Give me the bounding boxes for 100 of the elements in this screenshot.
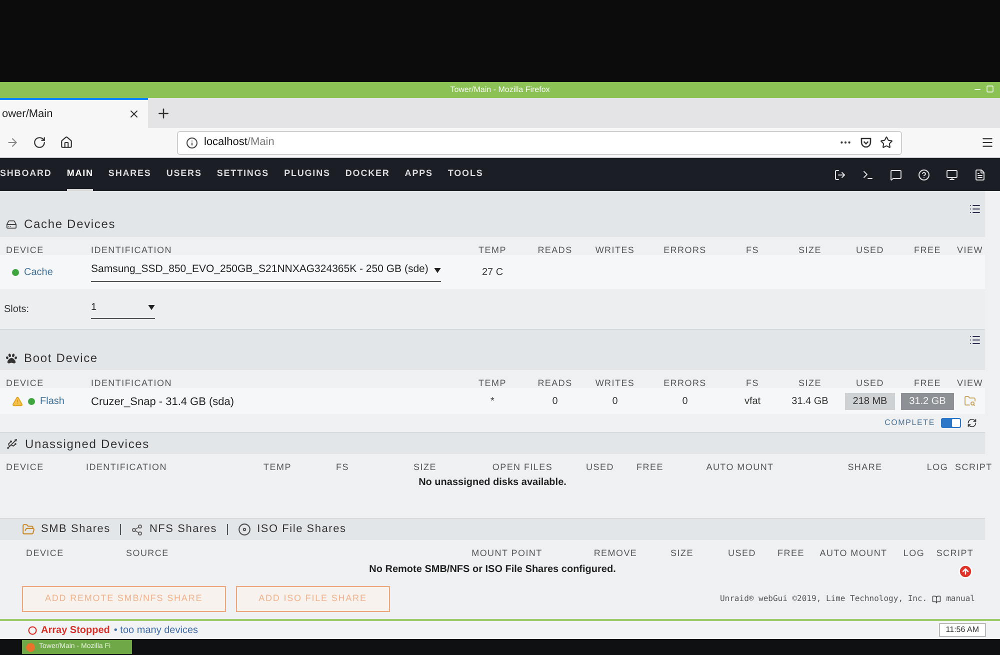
- column-header: FREE: [778, 548, 804, 558]
- folder-icon: [22, 523, 35, 536]
- message-icon[interactable]: [890, 168, 902, 180]
- close-icon[interactable]: [128, 108, 140, 120]
- column-header: TEMP: [264, 462, 292, 472]
- disc-icon: [238, 523, 252, 536]
- star-icon[interactable]: [880, 136, 893, 149]
- column-header: DEVICE: [26, 548, 64, 558]
- column-header: SIZE: [798, 378, 822, 388]
- column-header: WRITES: [595, 245, 635, 255]
- browser-tab[interactable]: ower/Main: [0, 98, 148, 128]
- status-message: • too many devices: [114, 624, 198, 638]
- toggle-switch[interactable]: [941, 418, 961, 428]
- table-cell-text: 0: [681, 394, 689, 408]
- column-header: USED: [728, 548, 756, 558]
- info-icon[interactable]: [186, 136, 198, 148]
- logout-icon[interactable]: [834, 168, 846, 180]
- app-icon: [26, 642, 35, 652]
- table-cell: 31.2 GB: [901, 392, 954, 410]
- column-header: FS: [746, 378, 759, 388]
- clock: 11:56 AM: [938, 623, 986, 637]
- column-header: ERRORS: [664, 378, 706, 388]
- url-field[interactable]: localhost/Main: [177, 130, 902, 154]
- column-header: MOUNT POINT: [472, 548, 542, 558]
- device-identification: Cruzer_Snap - 31.4 GB (sda): [91, 396, 234, 408]
- column-header: OPEN FILES: [492, 462, 553, 472]
- nav-tab[interactable]: TOOLS: [448, 158, 484, 191]
- column-header: VIEW: [957, 378, 983, 388]
- column-header: DEVICE: [6, 462, 44, 472]
- new-tab-icon[interactable]: [156, 106, 171, 120]
- menu-icon[interactable]: [981, 136, 994, 149]
- column-header: SIZE: [670, 548, 694, 558]
- document-icon[interactable]: [974, 168, 986, 180]
- toggle-label: COMPLETE: [884, 417, 935, 429]
- column-header: ERRORS: [664, 245, 706, 255]
- column-header: USED: [586, 462, 614, 472]
- column-header: WRITES: [595, 378, 635, 388]
- column-header: DEVICE: [6, 378, 44, 388]
- column-header: AUTO MOUNT: [820, 548, 888, 558]
- column-header: VIEW: [957, 245, 983, 255]
- section-title: Boot Device: [24, 350, 98, 367]
- section-title: ISO File Shares: [257, 522, 346, 538]
- terminal-icon[interactable]: [862, 168, 874, 180]
- nav-tab[interactable]: PLUGINS: [284, 158, 330, 191]
- column-header: IDENTIFICATION: [91, 245, 172, 255]
- column-header: FS: [336, 462, 349, 472]
- column-header: SIZE: [414, 462, 436, 472]
- slots-label: Slots:: [3, 302, 30, 316]
- column-header: LOG: [903, 548, 925, 558]
- caret-icon: [148, 304, 155, 310]
- section-title: NFS Shares: [149, 522, 218, 538]
- array-status: Array Stopped: [41, 624, 110, 638]
- device-select[interactable]: Samsung_SSD_850_EVO_250GB_S21NNXAG324365K - 250 GB (sde): [91, 262, 441, 282]
- column-header: USED: [856, 378, 884, 388]
- slots-select[interactable]: 1: [91, 300, 155, 318]
- table-cell-text: vfat: [743, 394, 762, 408]
- nav-tab[interactable]: SETTINGS: [216, 158, 270, 191]
- table-cell-text: 0: [611, 394, 619, 408]
- device-link[interactable]: Cache: [24, 264, 53, 280]
- monitor-icon[interactable]: [946, 168, 958, 180]
- column-header: FREE: [914, 378, 941, 388]
- column-header: FS: [746, 245, 759, 255]
- column-header: READS: [538, 245, 572, 255]
- column-header: LOG: [926, 462, 948, 472]
- nav-tab[interactable]: SHBOARD: [0, 158, 52, 191]
- column-header: SCRIPT: [955, 462, 992, 472]
- nav-tab[interactable]: USERS: [166, 158, 202, 191]
- book-icon: [932, 594, 942, 604]
- column-header: REMOVE: [594, 548, 638, 558]
- usb-icon: [6, 438, 18, 450]
- nav-tab[interactable]: APPS: [404, 158, 433, 191]
- forward-arrow-icon[interactable]: [6, 136, 19, 149]
- section-title: Cache Devices: [24, 216, 116, 233]
- empty-message: No Remote SMB/NFS or ISO File Shares configured.: [369, 562, 616, 576]
- column-header: AUTO MOUNT: [706, 462, 774, 472]
- help-icon[interactable]: [918, 168, 930, 180]
- column-header: FREE: [636, 462, 664, 472]
- column-header: IDENTIFICATION: [86, 462, 167, 472]
- manual-link[interactable]: manual: [946, 593, 975, 605]
- scroll-top-icon[interactable]: [958, 564, 973, 579]
- shield-chevron-icon[interactable]: [860, 136, 872, 148]
- column-header: SHARE: [848, 462, 882, 472]
- reload-icon[interactable]: [33, 136, 46, 149]
- share-icon: [131, 524, 144, 536]
- empty-message: No unassigned disks available.: [418, 476, 566, 490]
- copyright-text: Unraid® webGui ©2019, Lime Technology, Inc.: [720, 593, 928, 605]
- table-cell-text: 0: [551, 394, 559, 408]
- home-icon[interactable]: [60, 136, 73, 149]
- table-cell-text: 27 C: [480, 266, 504, 280]
- nav-tab[interactable]: DOCKER: [345, 158, 390, 191]
- drive-icon: [6, 218, 17, 230]
- device-link[interactable]: Flash: [40, 394, 64, 408]
- paw-icon: [6, 352, 17, 364]
- section-title: SMB Shares: [41, 522, 110, 538]
- column-header: SOURCE: [126, 548, 169, 558]
- nav-tab[interactable]: SHARES: [108, 158, 152, 191]
- refresh-icon[interactable]: [967, 418, 977, 428]
- column-header: IDENTIFICATION: [91, 378, 172, 388]
- column-header: FREE: [914, 245, 941, 255]
- column-header: TEMP: [478, 378, 506, 388]
